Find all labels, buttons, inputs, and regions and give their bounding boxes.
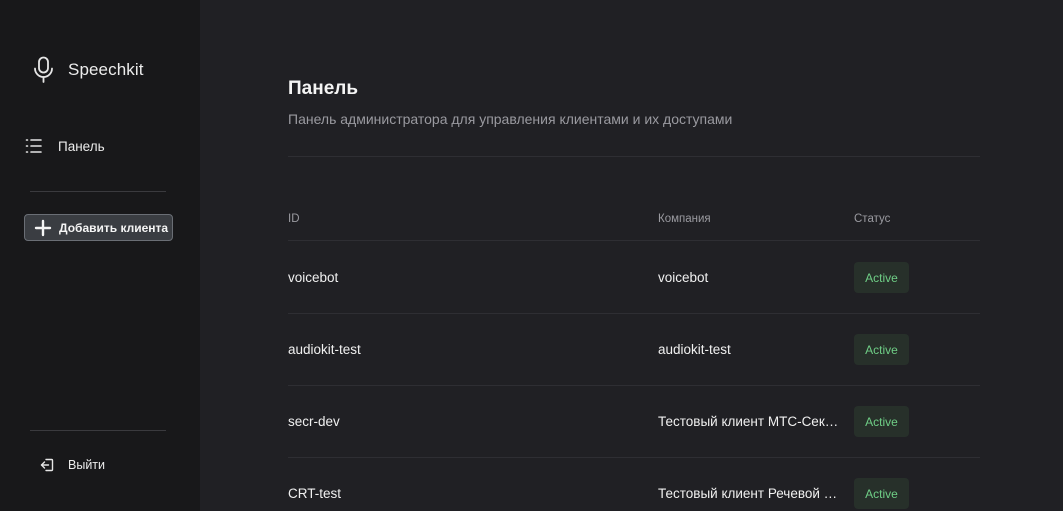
cell-id: CRT-test [288, 486, 342, 501]
cell-status: Active [854, 406, 980, 437]
header-divider [288, 156, 980, 157]
microphone-icon [32, 56, 55, 84]
cell-company: audiokit-test [658, 342, 731, 357]
table-row[interactable]: CRT-test Тестовый клиент Речевой а... Ac… [288, 458, 980, 511]
logout-icon [40, 458, 54, 472]
plus-icon [34, 219, 52, 237]
sidebar: Speechkit Панель Добавить клиента Выйти [0, 0, 200, 511]
status-badge: Active [854, 334, 909, 365]
add-client-label: Добавить клиента [59, 220, 169, 235]
status-badge: Active [854, 406, 909, 437]
cell-id: voicebot [288, 270, 339, 285]
sidebar-item-panel[interactable]: Панель [25, 137, 105, 155]
column-header-status[interactable]: Статус [854, 213, 980, 225]
add-client-button[interactable]: Добавить клиента [24, 214, 173, 241]
page-title: Панель [288, 78, 359, 99]
page-subtitle: Панель администратора для управления кли… [288, 111, 733, 127]
main-content: Панель Панель администратора для управле… [200, 0, 1063, 511]
sidebar-divider [30, 191, 166, 192]
sidebar-item-label: Панель [58, 138, 105, 154]
cell-id: secr-dev [288, 414, 340, 429]
brand[interactable]: Speechkit [32, 56, 144, 84]
table-row[interactable]: secr-dev Тестовый клиент МТС-Секр... Act… [288, 386, 980, 458]
status-badge: Active [854, 478, 909, 509]
cell-company: Тестовый клиент Речевой а... [658, 486, 843, 501]
list-icon [25, 137, 43, 155]
table-row[interactable]: voicebot voicebot Active [288, 242, 980, 314]
app-root: Speechkit Панель Добавить клиента Выйти … [0, 0, 1063, 511]
status-badge: Active [854, 262, 909, 293]
column-header-id[interactable]: ID [288, 213, 658, 225]
cell-id: audiokit-test [288, 342, 361, 357]
cell-company: Тестовый клиент МТС-Секр... [658, 414, 844, 429]
cell-status: Active [854, 262, 980, 293]
cell-status: Active [854, 334, 980, 365]
table-header: ID Компания Статус [288, 197, 980, 241]
table-row[interactable]: audiokit-test audiokit-test Active [288, 314, 980, 386]
clients-table: ID Компания Статус voicebot voicebot Act… [288, 198, 980, 511]
logout-button[interactable]: Выйти [40, 458, 105, 472]
sidebar-divider-bottom [30, 430, 166, 431]
brand-name: Speechkit [68, 60, 144, 79]
column-header-company[interactable]: Компания [658, 213, 854, 225]
logout-label: Выйти [68, 458, 106, 472]
cell-company: voicebot [658, 270, 709, 285]
cell-status: Active [854, 478, 980, 509]
